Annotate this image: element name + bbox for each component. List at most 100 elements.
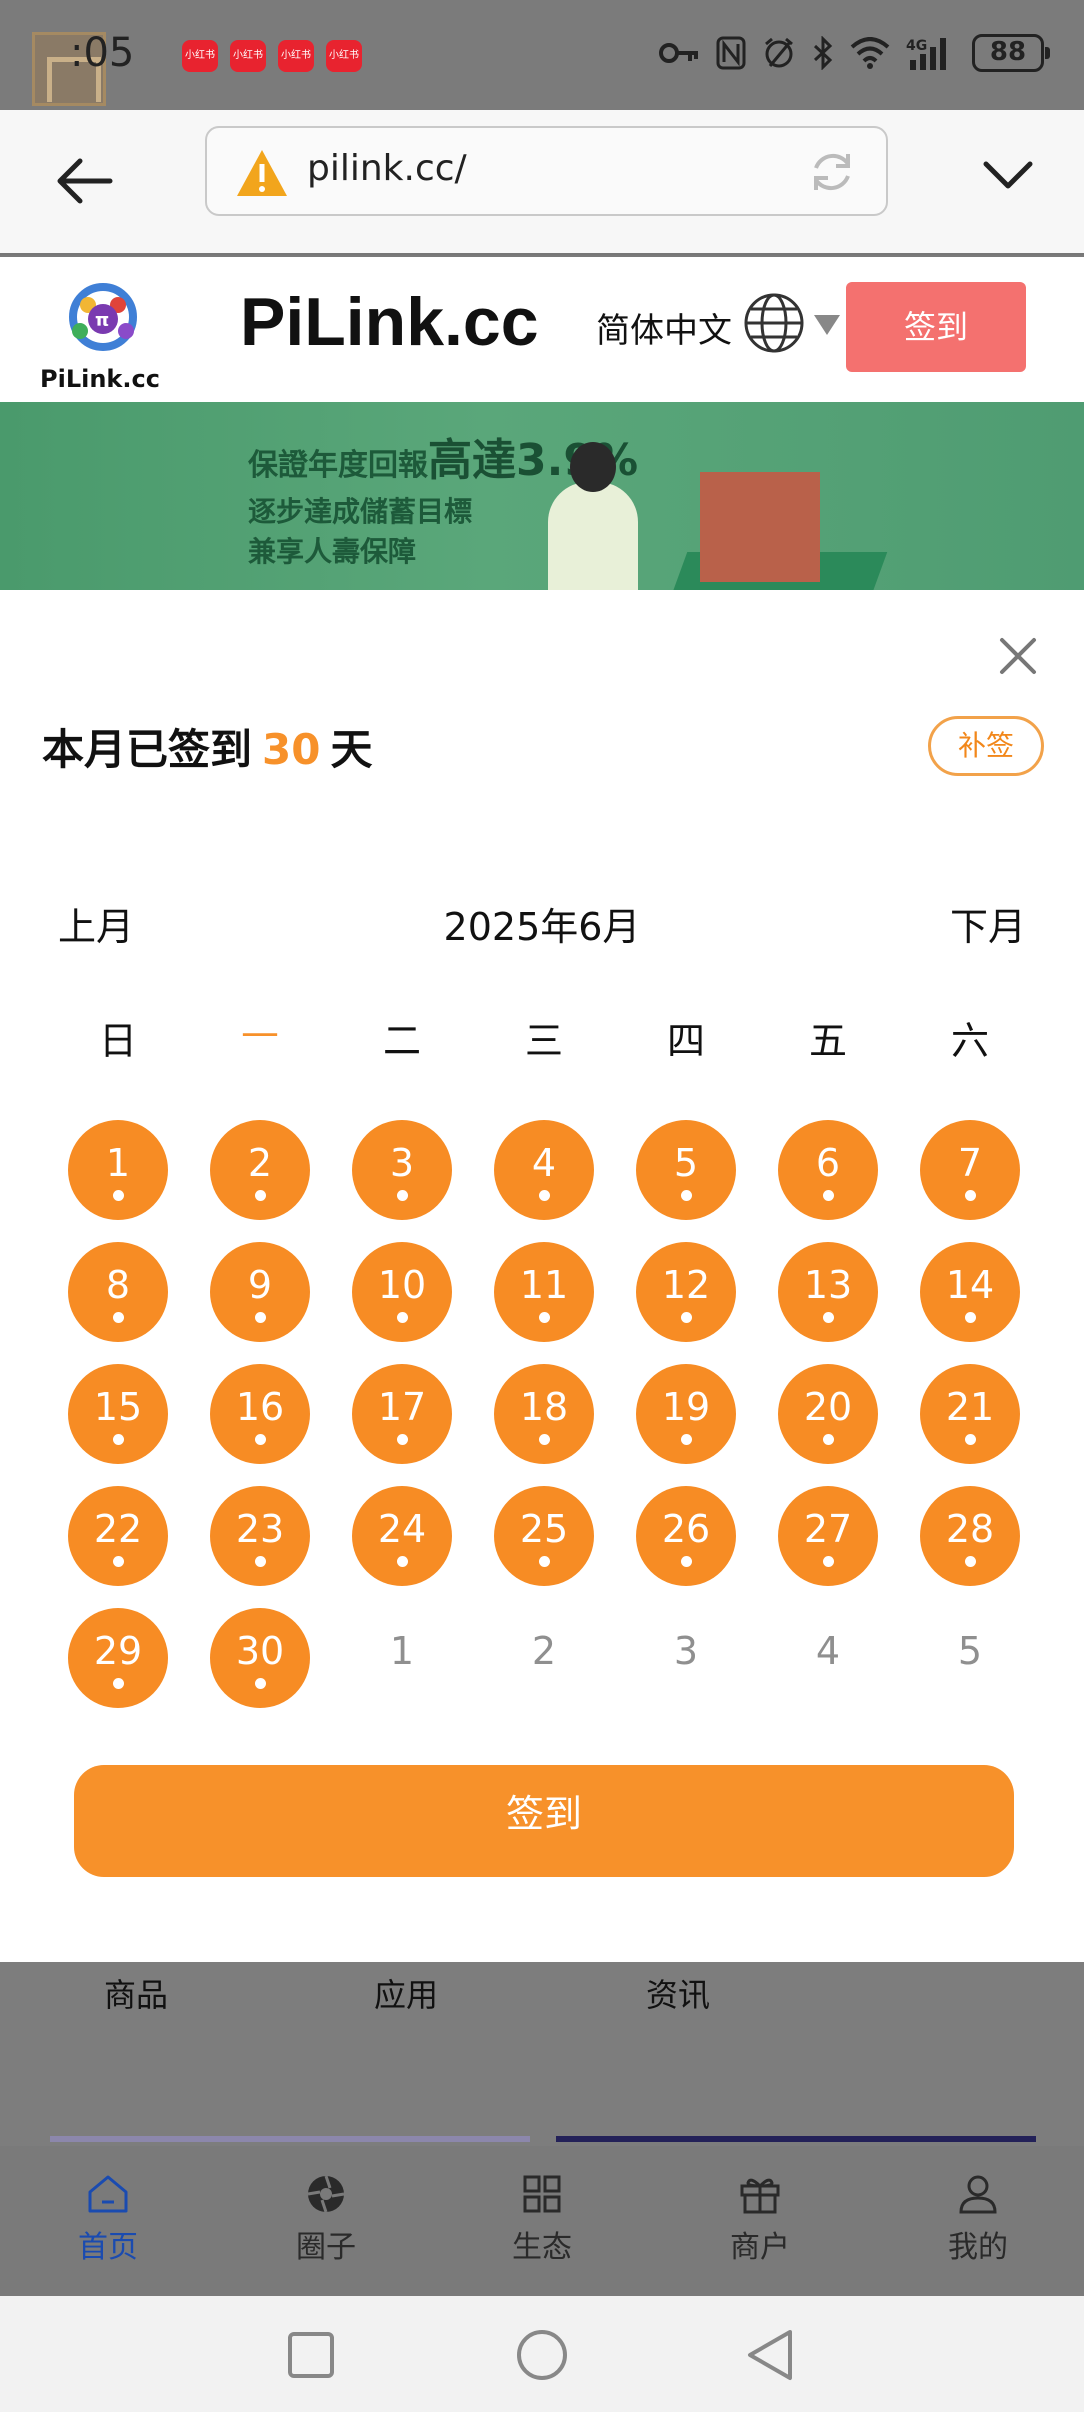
nav-item-home[interactable]: 首页 <box>38 2174 178 2266</box>
day-number: 25 <box>519 1507 569 1551</box>
calendar-day-signed[interactable]: 18 <box>494 1364 594 1464</box>
calendar-day-signed[interactable]: 30 <box>210 1608 310 1708</box>
signed-dot-icon <box>255 1190 266 1201</box>
calendar-day-signed[interactable]: 2 <box>210 1120 310 1220</box>
prev-month-button[interactable]: 上月 <box>58 896 134 951</box>
close-icon[interactable] <box>998 636 1038 676</box>
nav-item-profile[interactable]: 我的 <box>908 2174 1048 2266</box>
calendar-day-signed[interactable]: 5 <box>636 1120 736 1220</box>
signed-dot-icon <box>681 1556 692 1567</box>
calendar-day-signed[interactable]: 15 <box>68 1364 168 1464</box>
weekday-label: 日 <box>98 1019 137 1063</box>
calendar-day-next-month[interactable]: 2 <box>494 1608 594 1708</box>
calendar-day-signed[interactable]: 26 <box>636 1486 736 1586</box>
day-number: 1 <box>389 1629 415 1673</box>
calendar-day-signed[interactable]: 28 <box>920 1486 1020 1586</box>
signed-dot-icon <box>681 1434 692 1445</box>
calendar-day-signed[interactable]: 11 <box>494 1242 594 1342</box>
globe-icon[interactable] <box>742 291 806 355</box>
nav-item-circle[interactable]: 圈子 <box>256 2174 396 2266</box>
calendar-day-signed[interactable]: 22 <box>68 1486 168 1586</box>
weekday-header: 日 — 二 三 四 五 六 <box>0 1010 1084 1070</box>
language-dropdown-icon[interactable] <box>814 315 840 335</box>
calendar-day-next-month[interactable]: 5 <box>920 1608 1020 1708</box>
back-triangle-icon[interactable] <box>744 2328 798 2382</box>
calendar-day-signed[interactable]: 8 <box>68 1242 168 1342</box>
calendar-day-signed[interactable]: 14 <box>920 1242 1020 1342</box>
calendar-day-signed[interactable]: 25 <box>494 1486 594 1586</box>
calendar-day-signed[interactable]: 3 <box>352 1120 452 1220</box>
calendar-day-signed[interactable]: 20 <box>778 1364 878 1464</box>
day-number: 4 <box>531 1141 557 1185</box>
card-top-border <box>556 2136 1036 2142</box>
next-month-button[interactable]: 下月 <box>950 896 1026 951</box>
warning-icon <box>237 150 287 196</box>
day-number: 3 <box>389 1141 415 1185</box>
grid-icon <box>523 2175 561 2213</box>
banner-headline-prefix: 保證年度回報 <box>248 448 428 483</box>
day-number: 12 <box>661 1263 711 1307</box>
tab-apps[interactable]: 应用 <box>374 1970 438 2016</box>
banner-line-2: 逐步達成儲蓄目標 <box>248 495 473 528</box>
calendar-day-signed[interactable]: 24 <box>352 1486 452 1586</box>
notification-badge-icon: 小红书 <box>278 40 314 72</box>
day-number: 18 <box>519 1385 569 1429</box>
language-selector[interactable]: 简体中文 <box>596 303 732 352</box>
day-number: 13 <box>803 1263 853 1307</box>
day-number: 22 <box>93 1507 143 1551</box>
day-number: 16 <box>235 1385 285 1429</box>
day-number: 28 <box>945 1507 995 1551</box>
calendar-day-signed[interactable]: 13 <box>778 1242 878 1342</box>
calendar-day-next-month[interactable]: 1 <box>352 1608 452 1708</box>
tab-products[interactable]: 商品 <box>104 1970 168 2016</box>
tab-news[interactable]: 资讯 <box>646 1970 710 2016</box>
day-number: 4 <box>815 1629 841 1673</box>
weekday-label: 六 <box>950 1019 989 1063</box>
calendar-day-signed[interactable]: 1 <box>68 1120 168 1220</box>
calendar-day-signed[interactable]: 4 <box>494 1120 594 1220</box>
battery-icon: 88 <box>972 34 1050 72</box>
day-number: 19 <box>661 1385 711 1429</box>
banner-building-image <box>700 472 820 582</box>
nav-item-ecosystem[interactable]: 生态 <box>472 2174 612 2266</box>
makeup-signin-button[interactable]: 补签 <box>928 716 1044 776</box>
calendar-day-next-month[interactable]: 4 <box>778 1608 878 1708</box>
calendar-day-signed[interactable]: 12 <box>636 1242 736 1342</box>
signed-dot-icon <box>113 1678 124 1689</box>
system-nav-bar <box>0 2296 1084 2412</box>
notification-badge-icon: 小红书 <box>182 40 218 72</box>
day-number: 11 <box>519 1263 569 1307</box>
calendar-day-next-month[interactable]: 3 <box>636 1608 736 1708</box>
calendar-day-signed[interactable]: 27 <box>778 1486 878 1586</box>
calendar-day-signed[interactable]: 17 <box>352 1364 452 1464</box>
calendar-day-signed[interactable]: 23 <box>210 1486 310 1586</box>
site-title: PiLink.cc <box>240 284 539 360</box>
calendar-day-signed[interactable]: 16 <box>210 1364 310 1464</box>
signed-dot-icon <box>539 1190 550 1201</box>
banner-line-3: 兼享人壽保障 <box>248 535 417 568</box>
weekday-label: 四 <box>666 1019 705 1063</box>
signed-dot-icon <box>255 1678 266 1689</box>
signed-dot-icon <box>397 1190 408 1201</box>
calendar-day-signed[interactable]: 21 <box>920 1364 1020 1464</box>
calendar-day-signed[interactable]: 19 <box>636 1364 736 1464</box>
day-number: 21 <box>945 1385 995 1429</box>
nav-label: 生态 <box>512 2230 572 2265</box>
calendar-day-signed[interactable]: 9 <box>210 1242 310 1342</box>
calendar-day-signed[interactable]: 29 <box>68 1608 168 1708</box>
signin-button[interactable]: 签到 <box>74 1765 1014 1877</box>
signed-dot-icon <box>965 1190 976 1201</box>
promo-banner[interactable]: 保證年度回報高達3.9% 逐步達成儲蓄目標 兼享人壽保障 <box>0 402 1084 590</box>
calendar-day-signed[interactable]: 7 <box>920 1120 1020 1220</box>
reload-icon[interactable] <box>806 146 858 198</box>
home-circle-icon[interactable] <box>515 2328 569 2382</box>
address-bar[interactable]: pilink.cc/ <box>205 126 888 216</box>
signal-4g-icon: 4G <box>906 38 946 70</box>
calendar-day-signed[interactable]: 10 <box>352 1242 452 1342</box>
chevron-down-icon[interactable] <box>982 156 1034 196</box>
calendar-day-signed[interactable]: 6 <box>778 1120 878 1220</box>
nav-item-merchant[interactable]: 商户 <box>690 2174 830 2266</box>
back-arrow-icon[interactable] <box>50 146 120 216</box>
recents-square-icon[interactable] <box>284 2328 338 2382</box>
header-signin-button[interactable]: 签到 <box>846 282 1026 372</box>
